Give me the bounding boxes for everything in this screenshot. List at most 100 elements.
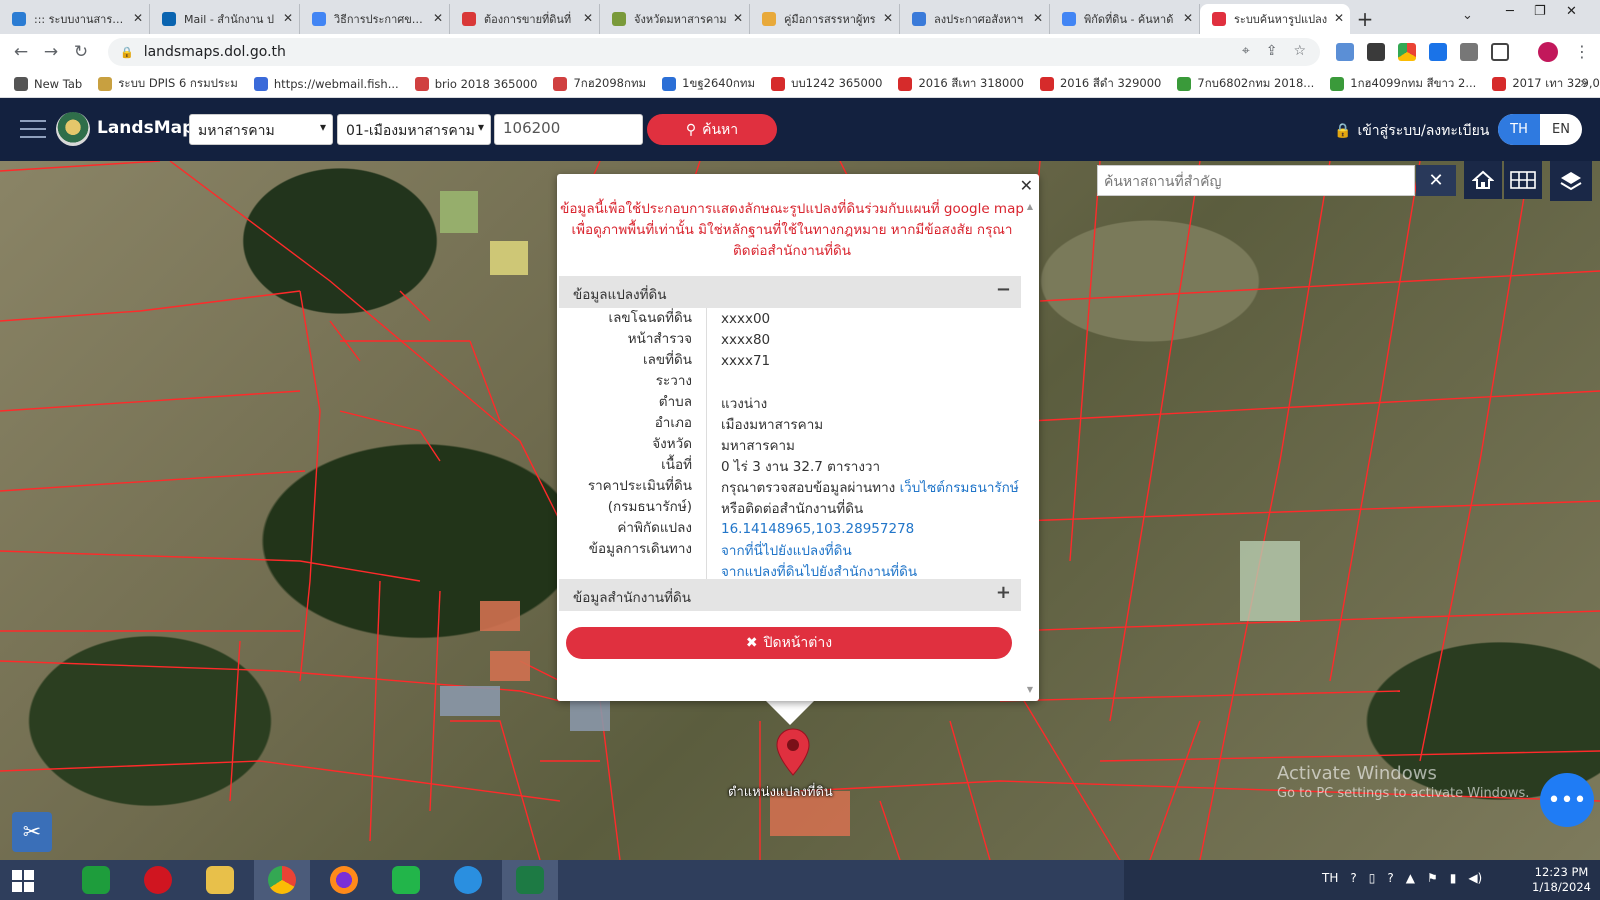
home-icon[interactable] (1464, 161, 1502, 199)
reload-icon[interactable]: ↻ (66, 42, 96, 62)
bookmark-star-icon[interactable]: ☆ (1293, 43, 1306, 59)
chat-more-icon[interactable]: ••• (1540, 773, 1594, 827)
treasury-website-link[interactable]: เว็บไซต์กรมธนารักษ์ (900, 480, 1019, 496)
tab-close-icon[interactable]: ✕ (433, 11, 443, 25)
share-icon[interactable]: ⇪ (1266, 43, 1278, 59)
tab-close-icon[interactable]: ✕ (283, 11, 293, 25)
hamburger-menu-icon[interactable] (20, 120, 46, 138)
browser-tab[interactable]: ระบบค้นหารูปแปลง ✕ (1200, 4, 1350, 34)
tab-close-icon[interactable]: ✕ (1334, 11, 1344, 25)
scroll-up-icon[interactable]: ▲ (1027, 202, 1033, 211)
internet-explorer-icon[interactable] (440, 860, 496, 900)
input-language[interactable]: TH (1322, 871, 1338, 885)
tab-close-icon[interactable]: ✕ (583, 11, 593, 25)
tab-close-icon[interactable]: ✕ (133, 11, 143, 25)
extension-search-icon[interactable] (1429, 43, 1447, 61)
battery-icon[interactable]: ▯ (1369, 871, 1376, 885)
browser-tab[interactable]: จังหวัดมหาสารคาม ✕ (600, 4, 750, 34)
taskbar-clock[interactable]: 12:23 PM 1/18/2024 (1532, 865, 1591, 895)
profile-avatar[interactable] (1538, 42, 1558, 62)
layers-icon[interactable] (1550, 161, 1592, 201)
minimize-icon[interactable]: ─ (1506, 4, 1514, 19)
bookmark-favicon-icon (14, 76, 28, 91)
bookmark-item[interactable]: 7กบ6802กทม 2018... (1177, 75, 1314, 93)
url-omnibox[interactable]: 🔒 landsmaps.dol.go.th ⌖ ⇪ ☆ (108, 38, 1320, 66)
tab-close-icon[interactable]: ✕ (1183, 11, 1193, 25)
directions-to-parcel-link[interactable]: จากที่นี่ไปยังแปลงที่ดิน (721, 543, 852, 559)
extension-outlook-icon[interactable] (1336, 43, 1354, 61)
lang-th-button[interactable]: TH (1498, 114, 1540, 145)
bookmark-item[interactable]: New Tab (14, 75, 82, 93)
browser-tab[interactable]: พิกัดที่ดิน - ค้นหาด้ ✕ (1050, 4, 1200, 34)
browser-tabstrip: ::: ระบบงานสารบรร ✕ Mail - สำนักงาน ป ✕ วิธี… (0, 0, 1600, 34)
file-explorer-icon[interactable] (192, 860, 248, 900)
bookmark-item[interactable]: บบ1242 365000 (771, 75, 882, 93)
excel-app-icon[interactable] (502, 860, 558, 900)
directions-to-office-link[interactable]: จากแปลงที่ดินไปยังสำนักงานที่ดิน (721, 564, 917, 580)
flag-icon[interactable]: ⚑ (1427, 871, 1438, 885)
tray-up-arrow-icon[interactable]: ▲ (1406, 871, 1415, 885)
location-icon[interactable]: ⌖ (1242, 43, 1250, 59)
bookmark-item[interactable]: ระบบ DPIS 6 กรมประม (98, 75, 238, 93)
legal-disclaimer: ข้อมูลนี้เพื่อใช้ประกอบการแสดงลักษณะรูปแ… (560, 201, 1024, 259)
line-app-icon[interactable] (378, 860, 434, 900)
window-close-icon[interactable]: ✕ (1566, 4, 1577, 19)
bookmark-item[interactable]: brio 2018 365000 (414, 75, 537, 93)
browser-tab[interactable]: คู่มือการสรรหาผู้ทร ✕ (750, 4, 900, 34)
side-panel-icon[interactable] (1491, 43, 1509, 61)
new-tab-button[interactable]: + (1350, 4, 1380, 34)
browser-tab[interactable]: ลงประกาศอสังหาฯ ✕ (900, 4, 1050, 34)
extension-clapper-icon[interactable] (1367, 43, 1385, 61)
back-icon[interactable]: ← (6, 42, 36, 62)
grid-icon[interactable] (1504, 161, 1542, 199)
tab-close-icon[interactable]: ✕ (883, 11, 893, 25)
tab-favicon-icon (462, 12, 476, 26)
tab-close-icon[interactable]: ✕ (733, 11, 743, 25)
parcel-info-section-header[interactable]: ข้อมูลแปลงที่ดิน − (559, 276, 1021, 308)
help-circle-icon[interactable]: ? (1387, 871, 1393, 885)
coordinates-link[interactable]: 16.14148965,103.28957278 (721, 521, 914, 537)
bookmarks-more-icon[interactable]: » (1580, 76, 1588, 91)
bookmark-item[interactable]: 1กฮ4099กทม สีขาว 2... (1330, 75, 1476, 93)
browser-tab[interactable]: Mail - สำนักงาน ป ✕ (150, 4, 300, 34)
browser-tab[interactable]: ::: ระบบงานสารบรร ✕ (0, 4, 150, 34)
parcel-location-pin-icon[interactable] (775, 727, 811, 781)
expand-plus-icon[interactable]: + (996, 582, 1011, 603)
lang-en-button[interactable]: EN (1540, 114, 1582, 145)
poi-search-input[interactable]: ค้นหาสถานที่สำคัญ (1097, 165, 1415, 196)
extension-chrome-icon[interactable] (1398, 43, 1416, 61)
windows-start-icon[interactable] (12, 870, 34, 892)
login-register-link[interactable]: 🔒 เข้าสู่ระบบ/ลงทะเบียน (1334, 120, 1489, 142)
land-office-section-header[interactable]: ข้อมูลสำนักงานที่ดิน + (559, 579, 1021, 611)
bookmark-item[interactable]: 2016 สีเทา 318000 (898, 75, 1024, 93)
browser-tab[interactable]: วิธีการประกาศขายที่ ✕ (300, 4, 450, 34)
help-icon[interactable]: ? (1350, 871, 1356, 885)
chrome-app-icon[interactable] (254, 860, 310, 900)
search-button[interactable]: ⚲ ค้นหา (647, 114, 777, 145)
measure-tools-icon[interactable]: ✂ (12, 812, 52, 852)
browser-menu-icon[interactable]: ⋮ (1574, 42, 1590, 61)
extensions-puzzle-icon[interactable] (1460, 43, 1478, 61)
forward-icon[interactable]: → (36, 42, 66, 62)
signal-icon[interactable]: ▮ (1450, 871, 1457, 885)
store-app-icon[interactable] (68, 860, 124, 900)
close-window-button[interactable]: ✖ ปิดหน้าต่าง (566, 627, 1012, 659)
volume-icon[interactable]: ◀) (1468, 871, 1482, 885)
bookmark-item[interactable]: 2016 สีดำ 329000 (1039, 75, 1161, 93)
browser-tab[interactable]: ต้องการขายที่ดินที่ ✕ (450, 4, 600, 34)
close-icon[interactable]: ✕ (1416, 165, 1456, 196)
collapse-minus-icon[interactable]: − (996, 279, 1011, 300)
scroll-down-icon[interactable]: ▼ (1027, 685, 1033, 694)
bookmark-item[interactable]: 1ขฐ2640กทม (662, 75, 755, 93)
tab-search-chevron-icon[interactable]: ⌄ (1462, 8, 1473, 23)
bookmark-item[interactable]: https://webmail.fish... (253, 75, 399, 93)
popup-close-icon[interactable]: ✕ (1020, 176, 1033, 195)
bookmark-item[interactable]: 7กฮ2098กทม (553, 75, 646, 93)
province-select[interactable]: มหาสารคาม ▾ (189, 114, 333, 145)
tab-close-icon[interactable]: ✕ (1033, 11, 1043, 25)
firefox-app-icon[interactable] (316, 860, 372, 900)
district-select[interactable]: 01-เมืองมหาสารคาม ▾ (337, 114, 491, 145)
opera-app-icon[interactable] (130, 860, 186, 900)
restore-icon[interactable]: ❐ (1534, 4, 1546, 19)
parcel-number-input[interactable]: 106200 (494, 114, 643, 145)
